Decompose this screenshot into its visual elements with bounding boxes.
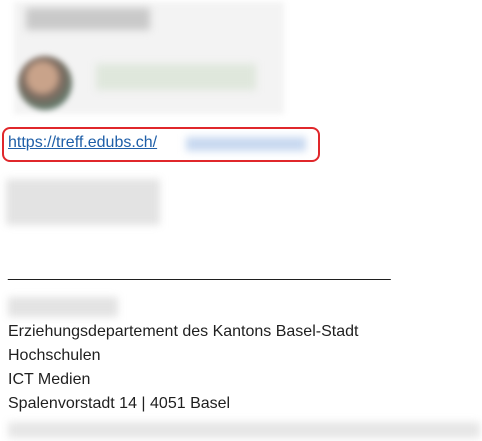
- signature-line: Spalenvorstadt 14 | 4051 Basel: [8, 395, 231, 412]
- signature-separator: ________________________________________…: [8, 264, 391, 281]
- avatar: [18, 56, 72, 110]
- signature-line: Erziehungsdepartement des Kantons Basel-…: [8, 323, 359, 340]
- contact-info-blurred: [8, 422, 480, 438]
- sender-name-blurred: [26, 8, 150, 30]
- link-suffix-blurred: [186, 137, 306, 151]
- signature-name-blurred: [8, 297, 118, 317]
- signature-line: Hochschulen: [8, 347, 101, 364]
- signature-line: ICT Medien: [8, 371, 91, 388]
- meeting-link[interactable]: https://treff.edubs.ch/: [8, 134, 157, 152]
- text-blurred: [6, 179, 160, 225]
- sender-meta-blurred: [96, 64, 256, 90]
